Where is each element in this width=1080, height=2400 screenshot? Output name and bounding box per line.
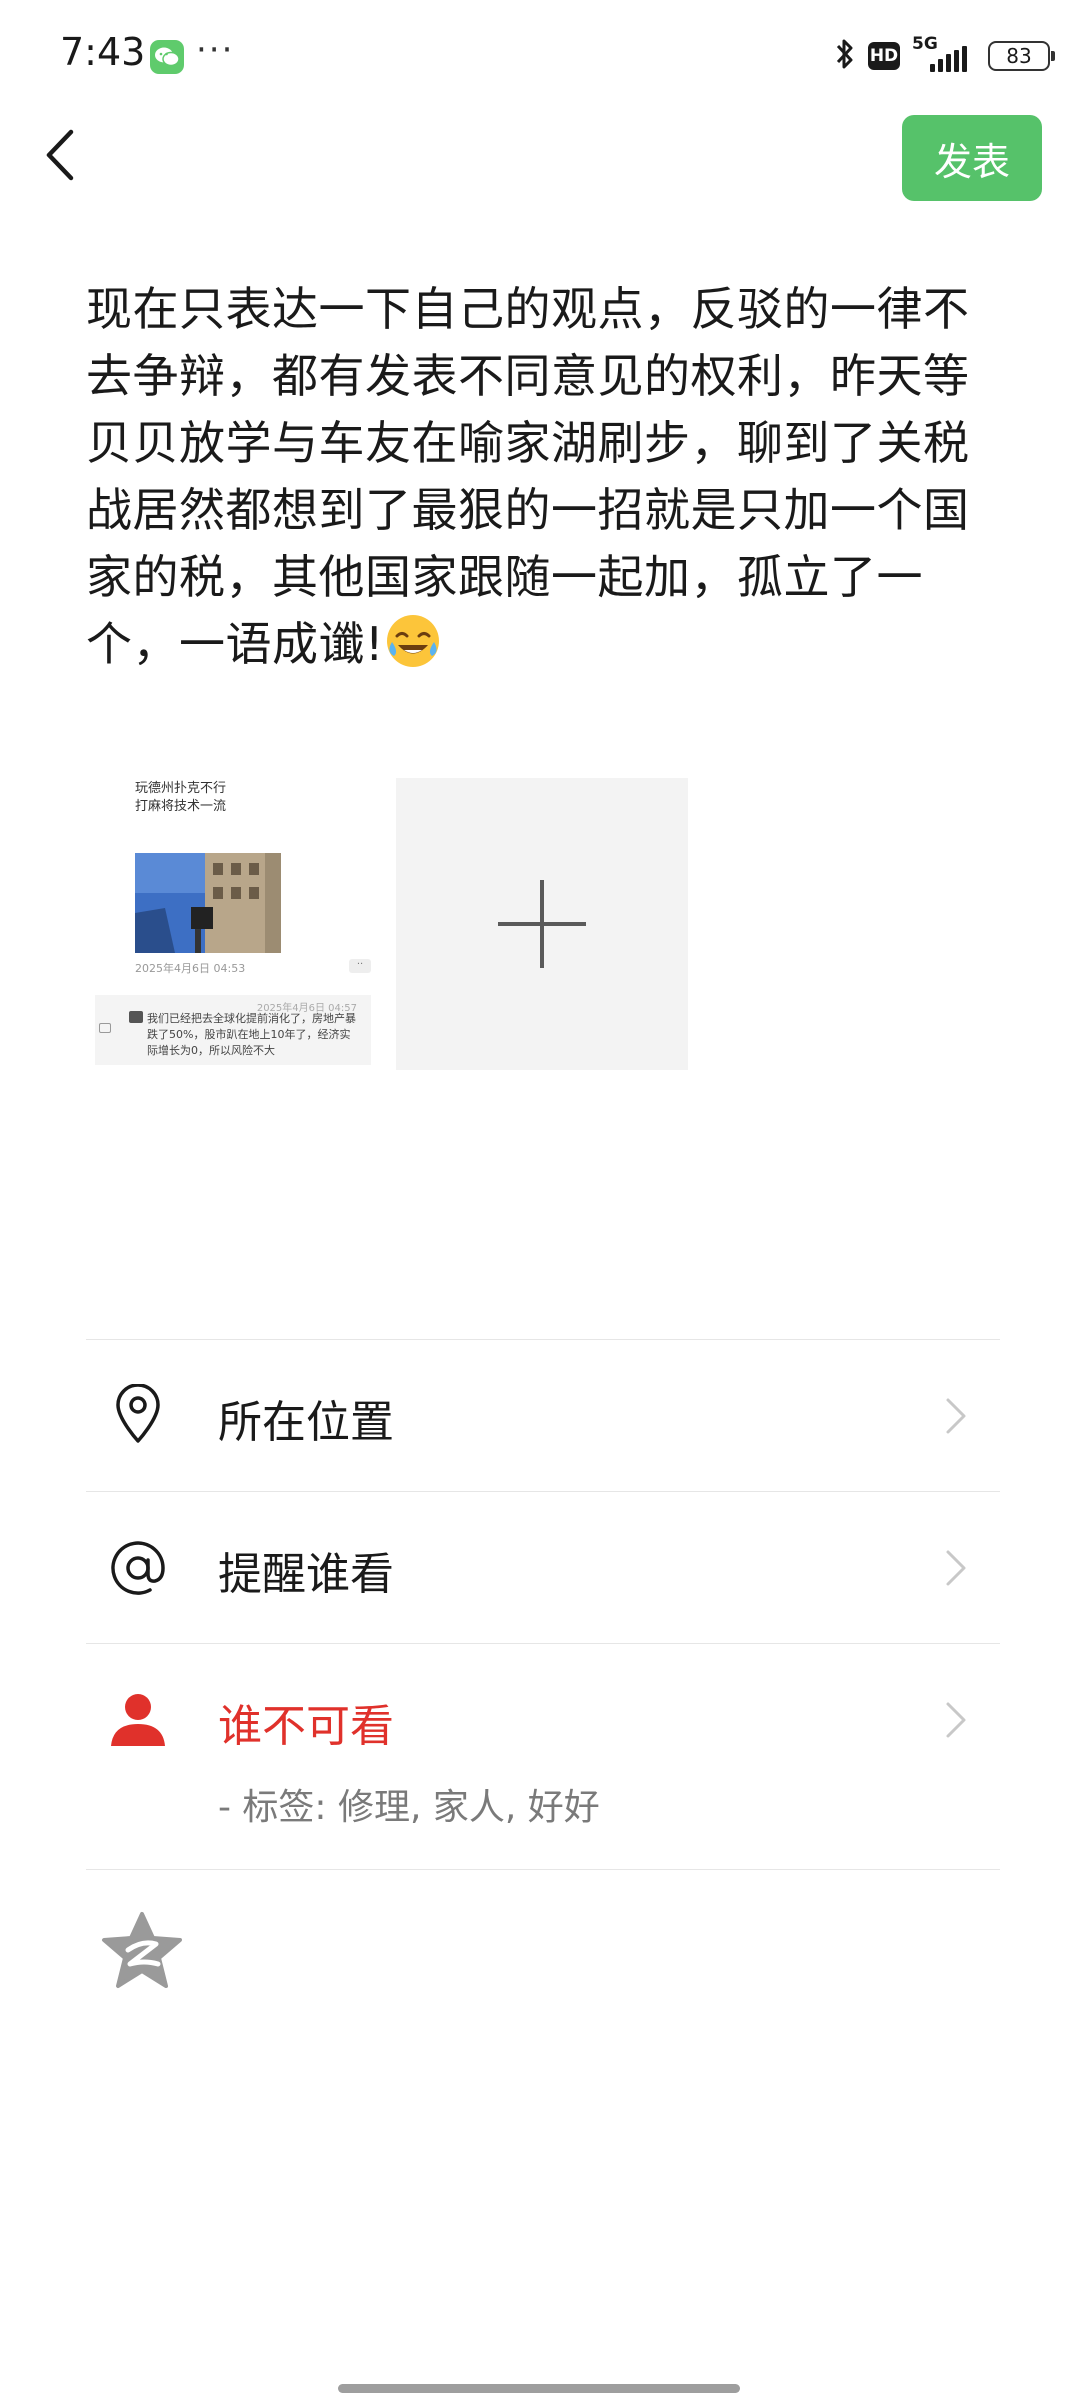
- status-more-icon: ···: [196, 30, 235, 70]
- status-indicators: HD 5G 83: [834, 34, 1055, 78]
- crying-laughing-emoji-icon: [384, 612, 442, 670]
- thumb-more-icon: ··: [349, 959, 371, 973]
- thumb-date: 2025年4月6日 04:53: [135, 962, 246, 975]
- home-indicator[interactable]: [338, 2384, 740, 2393]
- thumb-card-text: 我们已经把去全球化提前消化了，房地产暴跌了50%，股市趴在地上10年了，经济实际…: [147, 1012, 356, 1057]
- visibility-label: 谁不可看: [218, 1701, 394, 1752]
- mention-option[interactable]: 提醒谁看: [86, 1492, 1000, 1644]
- mention-label: 提醒谁看: [218, 1549, 394, 1600]
- visibility-option[interactable]: 谁不可看: [86, 1644, 1000, 1869]
- back-button[interactable]: [30, 120, 90, 190]
- wechat-notification-icon: [150, 40, 184, 74]
- qzone-sync-icon[interactable]: [100, 1910, 184, 1990]
- chevron-left-icon: [46, 129, 74, 181]
- chevron-right-icon: [940, 1548, 970, 1588]
- signal-icon: 5G: [912, 34, 976, 74]
- plus-icon: [498, 880, 586, 968]
- status-time: 7:43: [60, 30, 146, 74]
- hd-icon: HD: [868, 42, 900, 70]
- visibility-tags: - 标签: 修理, 家人, 好好: [218, 1787, 600, 1828]
- location-pin-icon: [106, 1382, 170, 1446]
- post-text: 现在只表达一下自己的观点，反驳的一律不去争辩，都有发表不同意见的权利，昨天等贝贝…: [86, 282, 970, 671]
- thumb-text-line-1: 玩德州扑克不行: [135, 781, 227, 796]
- location-label: 所在位置: [218, 1397, 394, 1448]
- divider: [86, 1869, 1000, 1870]
- person-icon: [106, 1688, 170, 1752]
- add-photo-button[interactable]: [396, 778, 688, 1070]
- attached-image-thumbnail[interactable]: 玩德州扑克不行 打麻将技术一流 2025年4月6日 04:53 ·· 2025年…: [93, 773, 385, 1065]
- status-bar: 7:43 ··· HD 5G 83: [0, 0, 1080, 110]
- chevron-right-icon: [940, 1700, 970, 1740]
- thumb-comment-icon: [99, 1023, 111, 1033]
- thumb-avatar: [129, 1011, 143, 1023]
- chevron-right-icon: [940, 1396, 970, 1436]
- location-option[interactable]: 所在位置: [86, 1340, 1000, 1492]
- thumb-text-line-2: 打麻将技术一流: [135, 799, 227, 814]
- publish-button[interactable]: 发表: [902, 115, 1042, 201]
- post-text-input[interactable]: 现在只表达一下自己的观点，反驳的一律不去争辩，都有发表不同意见的权利，昨天等贝贝…: [86, 276, 986, 678]
- battery-icon: 83: [988, 41, 1055, 71]
- thumb-photo: [135, 853, 281, 953]
- at-sign-icon: [106, 1536, 170, 1600]
- bluetooth-icon: [834, 37, 856, 75]
- thumb-comment-card: 2025年4月6日 04:57 我们已经把去全球化提前消化了，房地产暴跌了50%…: [95, 995, 371, 1065]
